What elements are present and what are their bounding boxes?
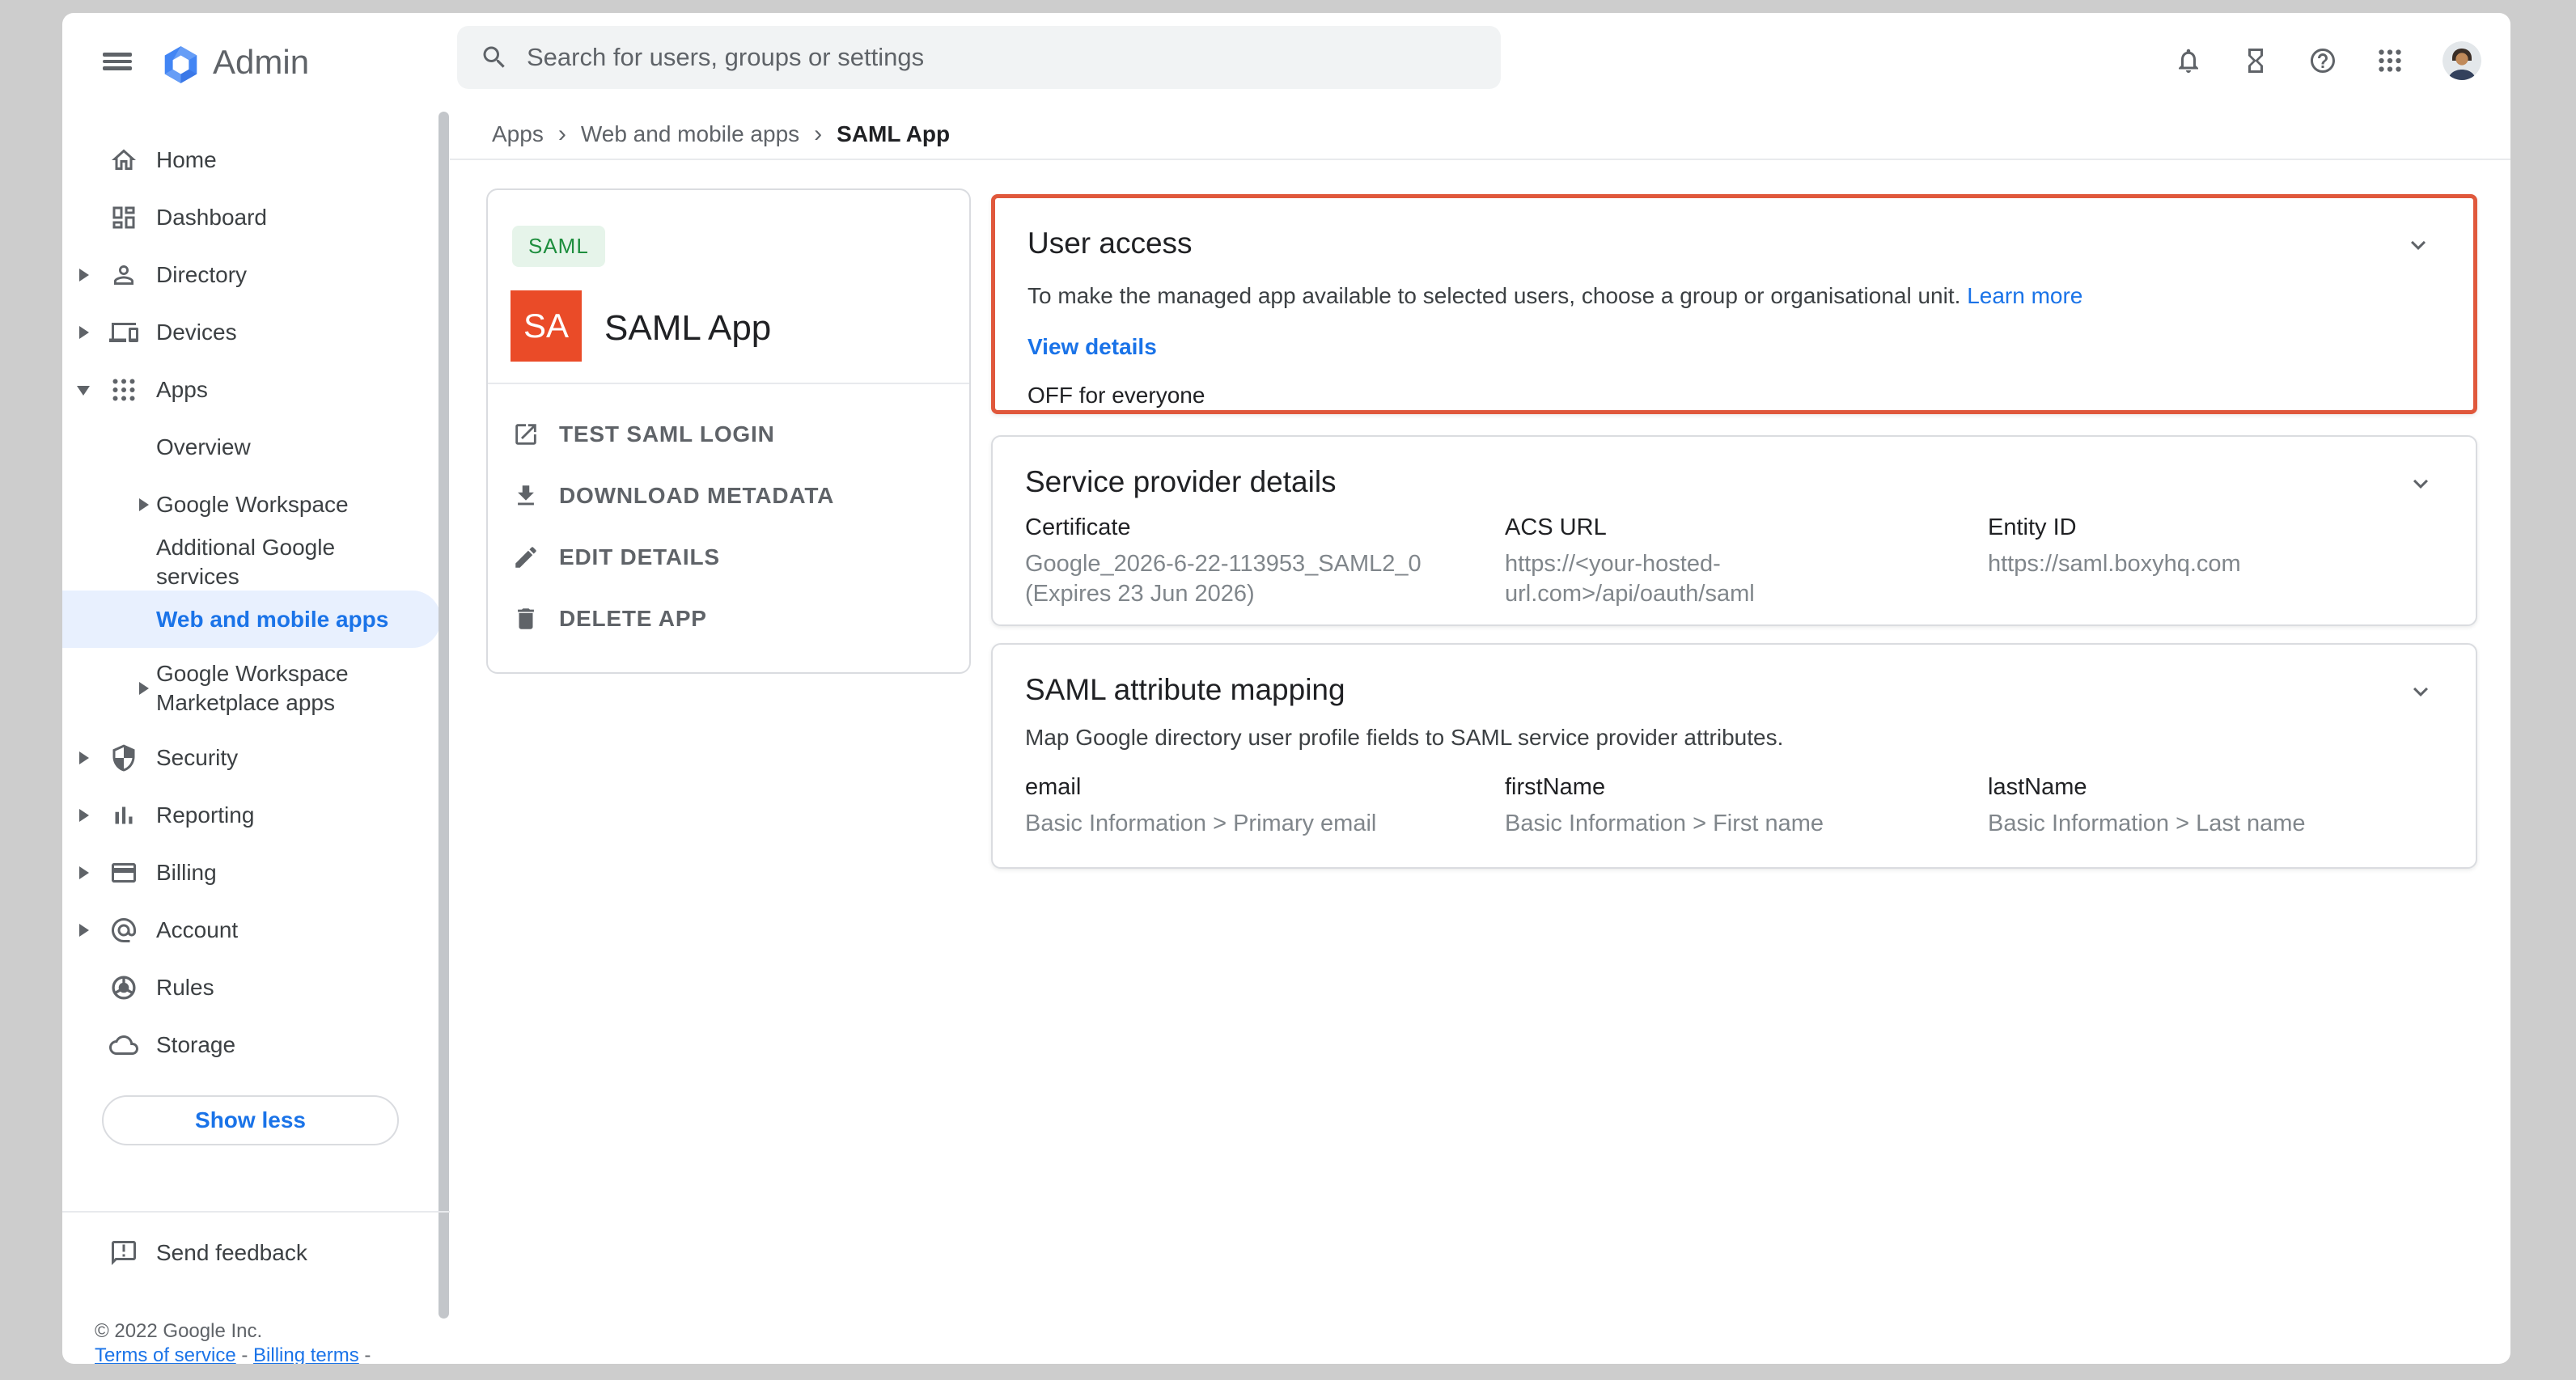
app-title: SAML App — [604, 308, 771, 349]
attribute-mapping-title: SAML attribute mapping — [1025, 672, 2443, 708]
person-icon — [109, 260, 138, 290]
edit-icon — [512, 544, 540, 571]
footer-links: Terms of service - Billing terms - — [95, 1344, 371, 1364]
sidebar-item-devices[interactable]: Devices — [62, 303, 450, 361]
shield-icon — [109, 743, 138, 773]
breadcrumb-separator: › — [558, 121, 566, 148]
entity-id-field: Entity ID https://saml.boxyhq.com — [1988, 514, 2241, 609]
hourglass-icon[interactable] — [2241, 46, 2270, 75]
expand-right-icon — [79, 751, 89, 764]
expand-right-icon — [79, 866, 89, 879]
show-less-button[interactable]: Show less — [102, 1095, 399, 1145]
email-mapping-field: email Basic Information > Primary email — [1025, 774, 1505, 839]
sidebar-item-home[interactable]: Home — [62, 131, 450, 188]
user-access-status: OFF for everyone — [1027, 383, 2441, 408]
apps-grid-icon[interactable] — [2375, 46, 2404, 75]
expand-right-icon — [79, 269, 89, 282]
sidebar-item-google-workspace[interactable]: Google Workspace — [62, 476, 450, 533]
avatar[interactable] — [2443, 41, 2481, 80]
lastname-mapping-field: lastName Basic Information > Last name — [1988, 774, 2306, 839]
chevron-down-icon[interactable] — [2406, 469, 2435, 498]
sidebar-item-web-and-mobile-apps[interactable]: Web and mobile apps — [62, 591, 441, 648]
sidebar-item-marketplace-apps[interactable]: Google Workspace Marketplace apps — [62, 648, 450, 729]
attribute-mapping-panel[interactable]: SAML attribute mapping Map Google direct… — [991, 643, 2477, 869]
learn-more-link[interactable]: Learn more — [1967, 283, 2082, 308]
search-bar[interactable] — [457, 26, 1501, 89]
at-sign-icon — [109, 916, 138, 945]
chevron-down-icon[interactable] — [2406, 677, 2435, 706]
send-feedback-button[interactable]: Send feedback — [62, 1225, 450, 1281]
menu-icon[interactable] — [103, 53, 132, 70]
expand-down-icon — [77, 386, 90, 396]
sidebar-item-rules[interactable]: Rules — [62, 959, 450, 1016]
sidebar-item-reporting[interactable]: Reporting — [62, 786, 450, 844]
product-title: Admin — [213, 42, 309, 83]
test-saml-login-button[interactable]: TEST SAML LOGIN — [488, 404, 969, 465]
expand-right-icon — [79, 326, 89, 339]
user-access-panel[interactable]: User access To make the managed app avai… — [991, 194, 2477, 414]
sidebar-item-security[interactable]: Security — [62, 729, 450, 786]
expand-right-icon — [79, 809, 89, 822]
acs-url-field: ACS URL https://<your-hosted- url.com>/a… — [1505, 514, 1988, 609]
sidebar-item-additional-google-services[interactable]: Additional Google services — [62, 533, 450, 591]
copyright-text: © 2022 Google Inc. — [95, 1320, 262, 1343]
sidebar-item-dashboard[interactable]: Dashboard — [62, 188, 450, 246]
breadcrumb: Apps › Web and mobile apps › SAML App — [492, 110, 950, 159]
dashboard-icon — [109, 203, 138, 232]
sidebar-item-apps[interactable]: Apps — [62, 361, 450, 418]
attribute-mapping-description: Map Google directory user profile fields… — [1025, 724, 2443, 751]
sidebar-item-account[interactable]: Account — [62, 901, 450, 959]
sidebar-footer-divider — [62, 1211, 450, 1213]
home-icon — [109, 146, 138, 175]
sidebar-scrollbar[interactable] — [439, 112, 449, 1319]
help-icon[interactable] — [2308, 46, 2337, 75]
billing-terms-link[interactable]: Billing terms — [253, 1344, 359, 1364]
sidebar-item-directory[interactable]: Directory — [62, 246, 450, 303]
app-avatar: SA — [511, 290, 582, 362]
saml-type-badge: SAML — [512, 226, 605, 267]
delete-app-button[interactable]: DELETE APP — [488, 588, 969, 650]
devices-icon — [109, 318, 138, 347]
terms-of-service-link[interactable]: Terms of service — [95, 1344, 236, 1364]
desktop-background: Admin — [0, 0, 2576, 1380]
bar-chart-icon — [109, 801, 138, 830]
sidebar-item-overview[interactable]: Overview — [62, 418, 450, 476]
chevron-down-icon[interactable] — [2404, 231, 2433, 260]
service-provider-title: Service provider details — [1025, 464, 2443, 500]
feedback-icon — [109, 1238, 138, 1268]
search-input[interactable] — [525, 42, 1459, 73]
download-metadata-button[interactable]: DOWNLOAD METADATA — [488, 465, 969, 527]
expand-right-icon — [79, 924, 89, 937]
notifications-icon[interactable] — [2174, 46, 2203, 75]
card-divider — [488, 383, 969, 384]
app-summary-card: SAML SA SAML App TEST SAML LOGIN DOWNLOA… — [486, 188, 971, 674]
breadcrumb-separator: › — [814, 121, 822, 148]
delete-icon — [512, 605, 540, 633]
expand-right-icon — [139, 498, 149, 511]
service-provider-panel[interactable]: Service provider details Certificate Goo… — [991, 435, 2477, 626]
search-icon — [480, 43, 509, 72]
cloud-icon — [109, 1031, 138, 1060]
wheel-icon — [109, 973, 138, 1002]
sidebar-nav: Home Dashboard Directory Devices Apps — [62, 131, 450, 1073]
header-divider — [450, 159, 2510, 160]
open-in-new-icon — [512, 421, 540, 448]
download-icon — [512, 482, 540, 510]
expand-right-icon — [139, 682, 149, 695]
user-access-title: User access — [1027, 226, 2441, 261]
view-details-link[interactable]: View details — [1027, 334, 2441, 360]
apps-dots-icon — [109, 375, 138, 404]
sidebar-item-billing[interactable]: Billing — [62, 844, 450, 901]
breadcrumb-web-and-mobile-apps[interactable]: Web and mobile apps — [581, 121, 799, 147]
user-access-description: To make the managed app available to sel… — [1027, 282, 2441, 310]
firstname-mapping-field: firstName Basic Information > First name — [1505, 774, 1988, 839]
credit-card-icon — [109, 858, 138, 887]
certificate-field: Certificate Google_2026-6-22-113953_SAML… — [1025, 514, 1505, 609]
sidebar-item-storage[interactable]: Storage — [62, 1016, 450, 1073]
google-admin-logo — [159, 44, 202, 85]
breadcrumb-apps[interactable]: Apps — [492, 121, 544, 147]
breadcrumb-current-saml-app: SAML App — [837, 121, 950, 147]
edit-details-button[interactable]: EDIT DETAILS — [488, 527, 969, 588]
admin-console-window: Admin — [62, 13, 2510, 1364]
